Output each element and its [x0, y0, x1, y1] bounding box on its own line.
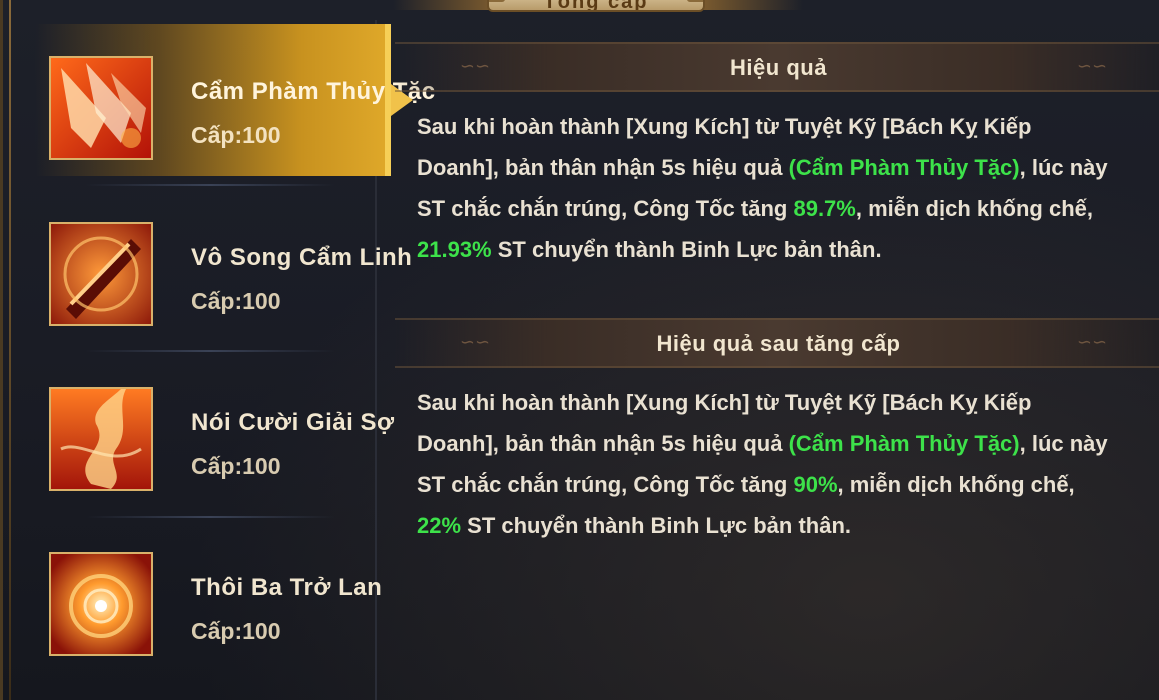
skill-level: Cấp:100: [191, 122, 281, 148]
effect-description: Sau khi hoàn thành [Xung Kích] từ Tuyệt …: [417, 106, 1117, 270]
skill-name: Vô Song Cẩm Linh: [191, 244, 413, 271]
divider: [85, 350, 335, 352]
fire-vortex-icon: [49, 552, 153, 656]
flame-swirl-icon: [49, 387, 153, 491]
effect-text: , miễn dịch khống chế,: [855, 196, 1094, 221]
upgrade-title: Hiệu quả sau tăng cấp: [656, 331, 901, 356]
effect-attack-speed-value: 89.7%: [793, 196, 856, 221]
claw-slash-icon: [49, 56, 153, 160]
skill-name: Thôi Ba Trở Lan: [191, 574, 383, 601]
skill-item-noi-cuoi-giai-so[interactable]: Nói Cười Giải Sợ Cấp:100: [35, 355, 394, 505]
divider: [85, 516, 335, 518]
title-wing-right: [703, 0, 803, 10]
skill-list: Cẩm Phàm Thủy Tặc Cấp:100 Vô Song Cẩm Li…: [15, 20, 435, 700]
skill-item-vo-song-cam-linh[interactable]: Vô Song Cẩm Linh Cấp:100: [35, 190, 412, 340]
effect-header: ∽∽ ∽∽ Hiệu quả: [395, 42, 1159, 92]
skill-level: Cấp:100: [191, 618, 281, 644]
effect-title: Hiệu quả: [730, 55, 827, 80]
skill-level: Cấp:100: [191, 453, 281, 479]
upgrade-text: , miễn dịch khống chế,: [837, 472, 1075, 497]
effect-text: ST chuyển thành Binh Lực bản thân.: [491, 237, 882, 262]
effect-conversion-value: 21.93%: [417, 237, 492, 262]
skill-level: Cấp:100: [191, 288, 281, 314]
skill-panel-frame: Tổng cấp Cẩm Phàm Thủy Tặc Cấp:100 Vô So…: [0, 0, 1159, 700]
effect-buff-name: (Cẩm Phàm Thủy Tặc): [788, 155, 1020, 180]
upgrade-buff-name: (Cẩm Phàm Thủy Tặc): [788, 431, 1020, 456]
skill-name: Nói Cười Giải Sợ: [191, 409, 395, 436]
panel-title: Tổng cấp: [487, 0, 705, 12]
upgrade-conversion-value: 22%: [417, 513, 462, 538]
title-wing-left: [393, 0, 493, 10]
upgrade-attack-speed-value: 90%: [793, 472, 838, 497]
blade-fire-icon: [49, 222, 153, 326]
skill-item-thoi-ba-tro-lan[interactable]: Thôi Ba Trở Lan Cấp:100: [35, 520, 390, 670]
skill-item-cam-pham-thuy-tac[interactable]: Cẩm Phàm Thủy Tặc Cấp:100: [35, 24, 435, 176]
divider: [85, 184, 335, 186]
upgrade-text: ST chuyển thành Binh Lực bản thân.: [461, 513, 851, 538]
upgrade-description: Sau khi hoàn thành [Xung Kích] từ Tuyệt …: [417, 382, 1117, 546]
upgrade-header: ∽∽ ∽∽ Hiệu quả sau tăng cấp: [395, 318, 1159, 368]
